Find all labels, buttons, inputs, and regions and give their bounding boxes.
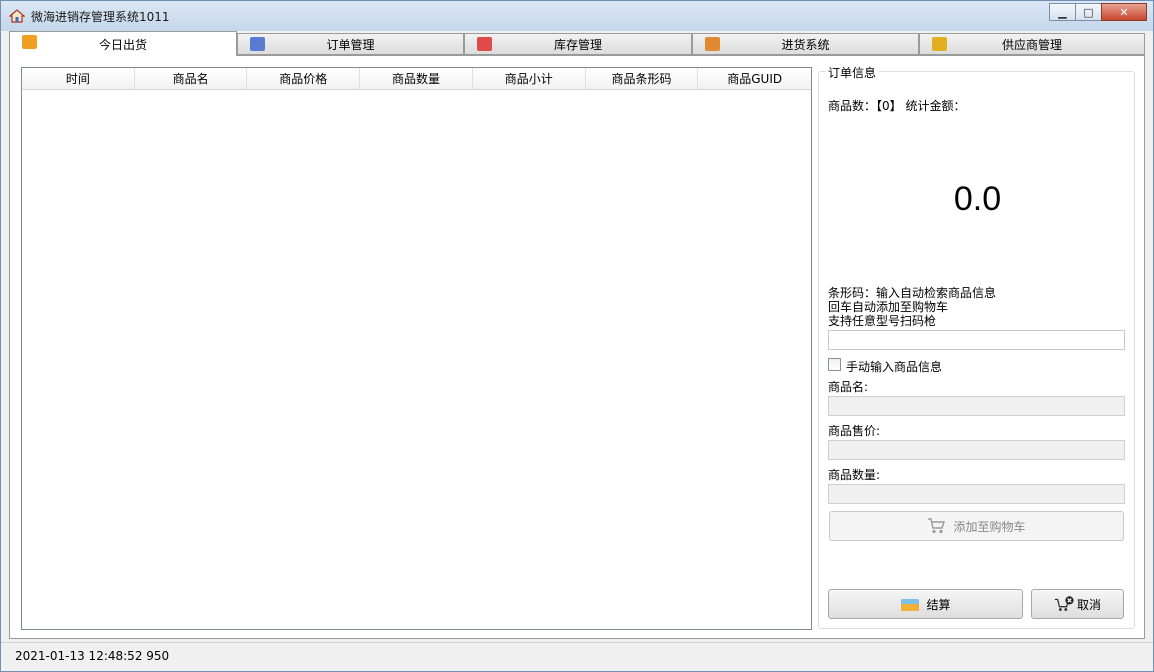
table-header: 时间 商品名 商品价格 商品数量 商品小计 商品条形码 商品GUID xyxy=(22,68,811,90)
add-to-cart-button[interactable]: 添加至购物车 xyxy=(829,511,1124,541)
group-title: 订单信息 xyxy=(825,64,880,81)
tab-label: 库存管理 xyxy=(553,37,602,52)
close-button[interactable]: ✕ xyxy=(1101,3,1147,21)
main-window: 微海进销存管理系统1011 ▁ □ ✕ 今日出货 订单管理 库存管理 进货系统 … xyxy=(0,0,1154,672)
store-icon xyxy=(477,37,492,51)
window-title: 微海进销存管理系统1011 xyxy=(31,10,170,24)
minimize-button[interactable]: ▁ xyxy=(1049,3,1076,21)
product-quantity-field[interactable] xyxy=(828,484,1125,504)
goods-icon xyxy=(705,37,720,51)
product-price-field[interactable] xyxy=(828,440,1125,460)
add-to-cart-label: 添加至购物车 xyxy=(953,519,1026,534)
tab-strip: 今日出货 订单管理 库存管理 进货系统 供应商管理 xyxy=(9,31,1145,56)
product-price-label: 商品售价: xyxy=(828,424,881,438)
order-list-icon xyxy=(250,37,265,51)
tab-label: 供应商管理 xyxy=(1001,37,1062,52)
checkout-label: 结算 xyxy=(926,597,951,612)
barcode-input[interactable] xyxy=(828,330,1125,350)
status-bar: 2021-01-13 12:48:52 950 xyxy=(1,642,1153,671)
cancel-button[interactable]: 取消 xyxy=(1031,589,1124,619)
shipment-table[interactable]: 时间 商品名 商品价格 商品数量 商品小计 商品条形码 商品GUID xyxy=(21,67,812,630)
cancel-label: 取消 xyxy=(1076,597,1101,612)
product-quantity-label: 商品数量: xyxy=(828,468,881,482)
manual-input-label: 手动输入商品信息 xyxy=(846,360,943,374)
tab-purchase-system[interactable]: 进货系统 xyxy=(692,33,919,55)
order-summary-label: 商品数：【0】 统计金额： xyxy=(828,99,966,113)
tab-label: 订单管理 xyxy=(326,37,375,52)
total-amount: 0.0 xyxy=(953,180,1002,218)
column-header-quantity[interactable]: 商品数量 xyxy=(360,68,473,89)
checkout-button[interactable]: 结算 xyxy=(828,589,1023,619)
window-controls: ▁ □ ✕ xyxy=(1049,3,1147,21)
cart-add-icon xyxy=(928,518,946,534)
order-info-group: 订单信息 商品数：【0】 统计金额： 0.0 条形码：输入自动检索商品信息 回车… xyxy=(818,64,1135,629)
maximize-button[interactable]: □ xyxy=(1075,3,1102,21)
column-header-guid[interactable]: 商品GUID xyxy=(698,68,811,89)
tab-supplier-management[interactable]: 供应商管理 xyxy=(919,33,1145,55)
column-header-barcode[interactable]: 商品条形码 xyxy=(586,68,699,89)
tab-label: 进货系统 xyxy=(781,37,830,52)
tab-inventory-management[interactable]: 库存管理 xyxy=(464,33,692,55)
house-icon xyxy=(9,9,25,23)
cart-remove-icon xyxy=(1054,596,1074,611)
payment-card-icon xyxy=(901,599,920,611)
product-name-field[interactable] xyxy=(828,396,1125,416)
column-header-price[interactable]: 商品价格 xyxy=(247,68,361,89)
tab-order-management[interactable]: 订单管理 xyxy=(237,33,464,55)
barcode-hint-3: 支持任意型号扫码枪 xyxy=(828,314,937,328)
product-name-label: 商品名: xyxy=(828,380,869,394)
supplier-icon xyxy=(932,37,947,51)
tab-panel-today-shipment: 时间 商品名 商品价格 商品数量 商品小计 商品条形码 商品GUID 订单信息 … xyxy=(9,55,1145,639)
title-bar[interactable]: 微海进销存管理系统1011 ▁ □ ✕ xyxy=(1,1,1153,31)
fruit-basket-icon xyxy=(22,35,37,49)
column-header-product-name[interactable]: 商品名 xyxy=(135,68,248,89)
column-header-subtotal[interactable]: 商品小计 xyxy=(473,68,586,89)
status-timestamp: 2021-01-13 12:48:52 950 xyxy=(15,649,170,663)
column-header-time[interactable]: 时间 xyxy=(22,68,135,89)
manual-input-checkbox[interactable] xyxy=(828,358,841,371)
tab-label: 今日出货 xyxy=(98,37,147,52)
tab-today-shipment[interactable]: 今日出货 xyxy=(9,31,237,56)
